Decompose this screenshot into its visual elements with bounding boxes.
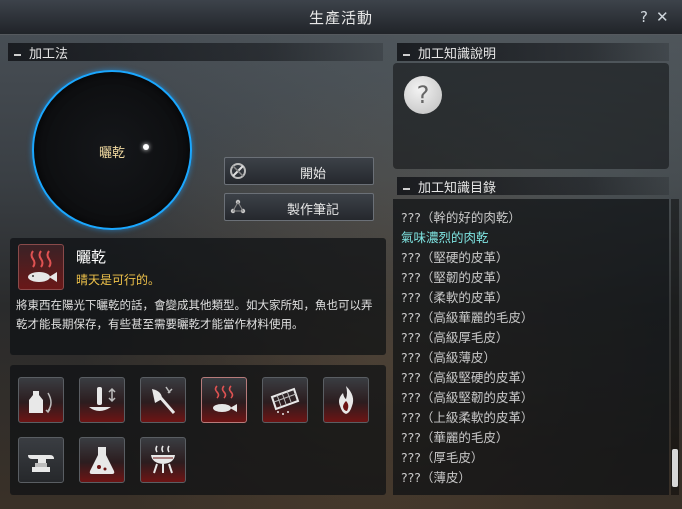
dash-icon <box>14 53 21 56</box>
method-info-panel: 曬乾 晴天是可行的。 將東西在陽光下曬乾的話，會變成其他類型。如大家所知，魚也可… <box>10 238 386 355</box>
fire-icon <box>339 386 354 414</box>
grill-icon <box>151 445 175 474</box>
tool-grind[interactable] <box>79 377 125 423</box>
craft-circle: 曬乾 <box>32 70 192 230</box>
list-item[interactable]: ???（華麗的毛皮） <box>401 427 508 446</box>
method-description: 將東西在陽光下曬乾的話，會變成其他類型。如大家所知，魚也可以弄乾才能長期保存，有… <box>16 298 373 331</box>
knowledge-desc-header: 加工知識說明 <box>397 43 669 62</box>
fish-heat-icon <box>28 250 57 282</box>
start-button[interactable]: 開始 <box>224 157 374 185</box>
dash-icon <box>403 187 410 190</box>
list-item[interactable]: ???（高級堅硬的皮革） <box>401 367 533 386</box>
craft-method-header: 加工法 <box>8 43 383 62</box>
list-item[interactable]: ???（柔軟的皮革） <box>401 287 508 306</box>
gear-hand-icon <box>230 163 246 179</box>
list-item[interactable]: ???（高級堅韌的皮革） <box>401 387 533 406</box>
chop-icon <box>152 386 176 414</box>
tool-heat[interactable] <box>323 377 369 423</box>
production-window: 生產活動 ? ✕ 加工法 曬乾 開始 製作筆記 曬乾 晴天是可行的。 將東西在陽… <box>0 0 682 509</box>
craft-circle-label: 曬乾 <box>98 146 125 161</box>
method-icon <box>18 244 64 290</box>
knowledge-list-header-label: 加工知識目錄 <box>418 181 497 196</box>
nodes-icon <box>230 199 246 214</box>
list-item[interactable]: ???（高級薄皮） <box>401 347 496 366</box>
knowledge-scrollbar[interactable] <box>671 199 679 495</box>
list-item-active[interactable]: 氣味濃烈的肉乾 <box>401 227 489 246</box>
tool-chop[interactable] <box>140 377 186 423</box>
crafting-notes-label: 製作筆記 <box>286 203 339 218</box>
craft-method-header-label: 加工法 <box>29 47 69 62</box>
dry-fish-icon <box>213 385 237 412</box>
sieve-icon <box>270 387 300 415</box>
crafting-notes-button[interactable]: 製作筆記 <box>224 193 374 221</box>
knowledge-description-panel: ? <box>393 63 669 169</box>
tool-alchemy[interactable] <box>79 437 125 483</box>
method-condition: 晴天是可行的。 <box>76 273 161 287</box>
title-bar[interactable]: 生產活動 ? ✕ <box>0 0 682 35</box>
list-item[interactable]: ???（厚毛皮） <box>401 447 483 466</box>
knowledge-list: ???（幹的好的肉乾） 氣味濃烈的肉乾 ???（堅硬的皮革） ???（堅韌的皮革… <box>393 199 669 495</box>
help-button[interactable]: ? <box>640 8 648 26</box>
tool-dry[interactable] <box>201 377 247 423</box>
flask-icon <box>89 447 115 474</box>
tool-repair[interactable] <box>18 437 64 483</box>
list-item[interactable]: ???（高級厚毛皮） <box>401 327 508 346</box>
dash-icon <box>403 53 410 56</box>
method-name: 曬乾 <box>76 248 107 266</box>
list-item[interactable]: ???（薄皮） <box>401 467 471 486</box>
scrollbar-thumb[interactable] <box>672 449 678 487</box>
grind-icon <box>89 387 116 411</box>
anvil-icon <box>28 455 54 472</box>
unknown-knowledge-icon: ? <box>404 76 442 114</box>
shake-bottle-icon <box>29 391 52 414</box>
list-item[interactable]: ???（堅硬的皮革） <box>401 247 508 266</box>
list-item[interactable]: ???（高級華麗的毛皮） <box>401 307 533 326</box>
tool-shake[interactable] <box>18 377 64 423</box>
knowledge-list-header: 加工知識目錄 <box>397 177 669 196</box>
tool-cooking[interactable] <box>140 437 186 483</box>
start-button-label: 開始 <box>299 167 326 182</box>
window-title: 生產活動 <box>308 9 373 27</box>
tool-grid <box>10 365 386 495</box>
list-item[interactable]: ???（堅韌的皮革） <box>401 267 508 286</box>
tool-sieve[interactable] <box>262 377 308 423</box>
close-button[interactable]: ✕ <box>656 8 669 26</box>
knowledge-desc-header-label: 加工知識說明 <box>418 47 497 62</box>
list-item[interactable]: ???（上級柔軟的皮革） <box>401 407 533 426</box>
list-item[interactable]: ???（幹的好的肉乾） <box>401 207 521 226</box>
